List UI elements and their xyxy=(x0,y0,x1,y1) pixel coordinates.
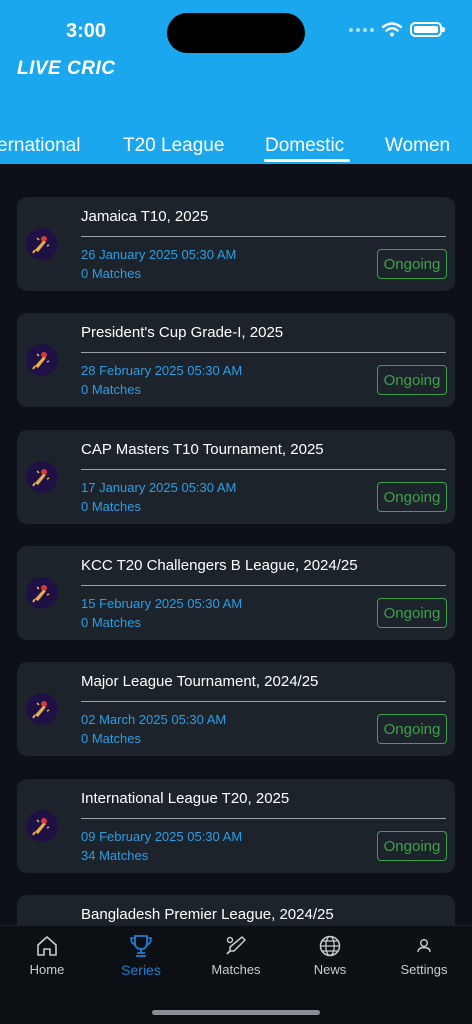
series-title: Jamaica T10, 2025 xyxy=(81,208,209,225)
divider xyxy=(81,352,446,353)
status-badge: Ongoing xyxy=(377,714,447,744)
tab-international[interactable]: ernational xyxy=(0,135,80,157)
series-list[interactable]: Jamaica T10, 2025 26 January 2025 05:30 A… xyxy=(0,164,472,925)
series-card[interactable]: President's Cup Grade-I, 2025 28 February… xyxy=(17,313,455,407)
cricket-ball-bat-icon xyxy=(26,228,58,260)
series-start-date: 09 February 2025 05:30 AM xyxy=(81,829,243,844)
series-match-count: 0 Matches xyxy=(81,499,141,514)
nav-matches[interactable]: Matches xyxy=(191,934,281,977)
nav-home-label: Home xyxy=(29,962,65,977)
divider xyxy=(81,585,446,586)
cricket-ball-bat-icon xyxy=(26,344,58,376)
nav-series[interactable]: Series xyxy=(96,934,186,978)
series-match-count: 34 Matches xyxy=(81,848,149,863)
nav-matches-label: Matches xyxy=(211,962,261,977)
series-start-date: 02 March 2025 05:30 AM xyxy=(81,712,227,727)
category-tabs: ernational T20 League Domestic Women xyxy=(0,130,472,164)
divider xyxy=(81,469,446,470)
cricket-ball-bat-icon xyxy=(26,461,58,493)
dynamic-island xyxy=(167,13,305,53)
series-match-count: 0 Matches xyxy=(81,731,141,746)
series-start-date: 15 February 2025 05:30 AM xyxy=(81,596,243,611)
wifi-icon xyxy=(382,22,402,37)
series-title: International League T20, 2025 xyxy=(81,790,290,807)
battery-icon xyxy=(410,22,445,37)
series-start-date: 17 January 2025 05:30 AM xyxy=(81,480,237,495)
series-match-count: 0 Matches xyxy=(81,266,141,281)
tab-t20-league[interactable]: T20 League xyxy=(123,135,224,157)
divider xyxy=(81,818,446,819)
divider xyxy=(81,236,446,237)
signal-icon xyxy=(349,27,374,32)
nav-news-label: News xyxy=(313,962,347,977)
series-card[interactable]: Bangladesh Premier League, 2024/25 xyxy=(17,895,455,925)
cricket-ball-bat-icon xyxy=(26,693,58,725)
series-match-count: 0 Matches xyxy=(81,615,141,630)
series-match-count: 0 Matches xyxy=(81,382,141,397)
trophy-icon xyxy=(130,935,152,957)
divider xyxy=(81,701,446,702)
active-tab-indicator xyxy=(264,159,350,162)
nav-news[interactable]: News xyxy=(285,934,375,977)
nav-settings-label: Settings xyxy=(400,962,448,977)
status-icons xyxy=(349,22,445,37)
home-indicator xyxy=(152,1010,320,1015)
tab-women[interactable]: Women xyxy=(385,135,450,157)
series-card[interactable]: KCC T20 Challengers B League, 2024/25 15 … xyxy=(17,546,455,640)
series-start-date: 26 January 2025 05:30 AM xyxy=(81,247,237,262)
status-badge: Ongoing xyxy=(377,598,447,628)
series-card[interactable]: CAP Masters T10 Tournament, 2025 17 Janua… xyxy=(17,430,455,524)
series-title: KCC T20 Challengers B League, 2024/25 xyxy=(81,557,358,574)
series-card[interactable]: Major League Tournament, 2024/25 02 March… xyxy=(17,662,455,756)
status-badge: Ongoing xyxy=(377,831,447,861)
series-title: CAP Masters T10 Tournament, 2025 xyxy=(81,441,324,458)
cricket-ball-bat-icon xyxy=(26,577,58,609)
globe-icon xyxy=(319,935,341,957)
home-icon xyxy=(37,936,57,956)
app-header: 3:00 LIVE CRIC ernational T20 League Dom… xyxy=(0,0,472,164)
nav-home[interactable]: Home xyxy=(2,934,92,977)
series-card[interactable]: Jamaica T10, 2025 26 January 2025 05:30 A… xyxy=(17,197,455,291)
series-title: Bangladesh Premier League, 2024/25 xyxy=(81,906,334,923)
app-logo: LIVE CRIC xyxy=(17,58,116,79)
tab-domestic[interactable]: Domestic xyxy=(265,135,344,157)
status-badge: Ongoing xyxy=(377,482,447,512)
cricket-ball-bat-icon xyxy=(26,810,58,842)
series-title: Major League Tournament, 2024/25 xyxy=(81,673,319,690)
nav-series-label: Series xyxy=(121,962,161,978)
status-badge: Ongoing xyxy=(377,365,447,395)
person-icon xyxy=(417,938,431,953)
status-badge: Ongoing xyxy=(377,249,447,279)
series-title: President's Cup Grade-I, 2025 xyxy=(81,324,284,341)
nav-settings[interactable]: Settings xyxy=(379,934,469,977)
series-card[interactable]: International League T20, 2025 09 Februar… xyxy=(17,779,455,873)
cricket-bat-icon xyxy=(226,936,246,955)
status-time: 3:00 xyxy=(66,20,107,42)
series-start-date: 28 February 2025 05:30 AM xyxy=(81,363,243,378)
